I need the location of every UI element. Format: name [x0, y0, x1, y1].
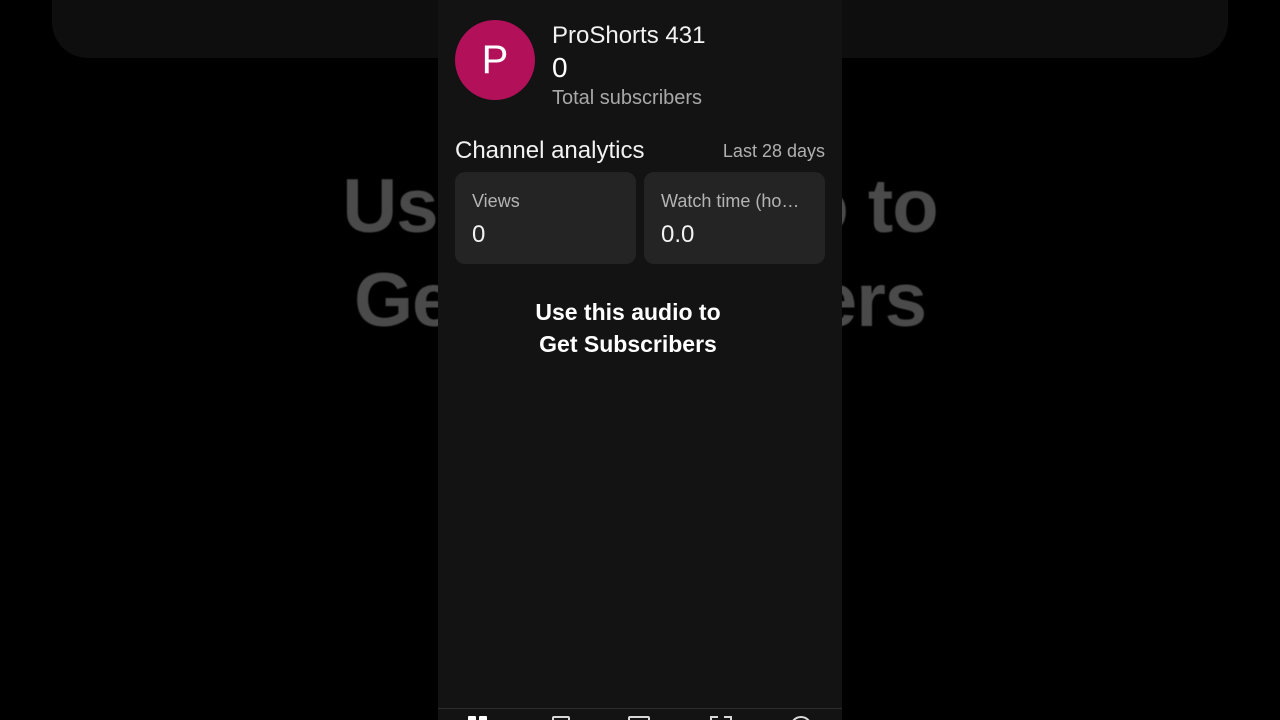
dashboard-icon[interactable] [468, 716, 488, 720]
video-frame: Use this audio to Get Subscribers P ProS… [0, 0, 1280, 720]
bottom-nav [438, 708, 842, 720]
views-label: Views [472, 191, 520, 211]
channel-avatar[interactable]: P [455, 20, 535, 100]
comments-icon[interactable] [710, 716, 732, 720]
earn-icon[interactable] [790, 716, 812, 720]
subscriber-label: Total subscribers [552, 87, 703, 109]
video-caption: Use this audio to Get Subscribers [438, 296, 818, 360]
video-caption-line2: Get Subscribers [539, 331, 717, 357]
channel-analytics-title: Channel analytics [455, 137, 645, 164]
watch-time-label: Watch time (hours) [661, 191, 808, 211]
channel-name: ProShorts 431 [552, 22, 706, 49]
subscriber-count: 0 [552, 52, 568, 83]
views-value: 0 [472, 221, 486, 248]
analytics-icon[interactable] [628, 716, 650, 720]
analytics-period: Last 28 days [722, 141, 825, 161]
views-card[interactable]: Views 0 [455, 172, 636, 264]
video-caption-line1: Use this audio to [535, 299, 721, 325]
watch-time-card[interactable]: Watch time (hours) 0.0 [644, 172, 825, 264]
content-icon[interactable] [552, 716, 570, 720]
avatar-letter: P [481, 37, 509, 82]
watch-time-value: 0.0 [661, 221, 695, 248]
studio-app-screen: P ProShorts 431 0 Total subscribers Chan… [438, 0, 842, 720]
